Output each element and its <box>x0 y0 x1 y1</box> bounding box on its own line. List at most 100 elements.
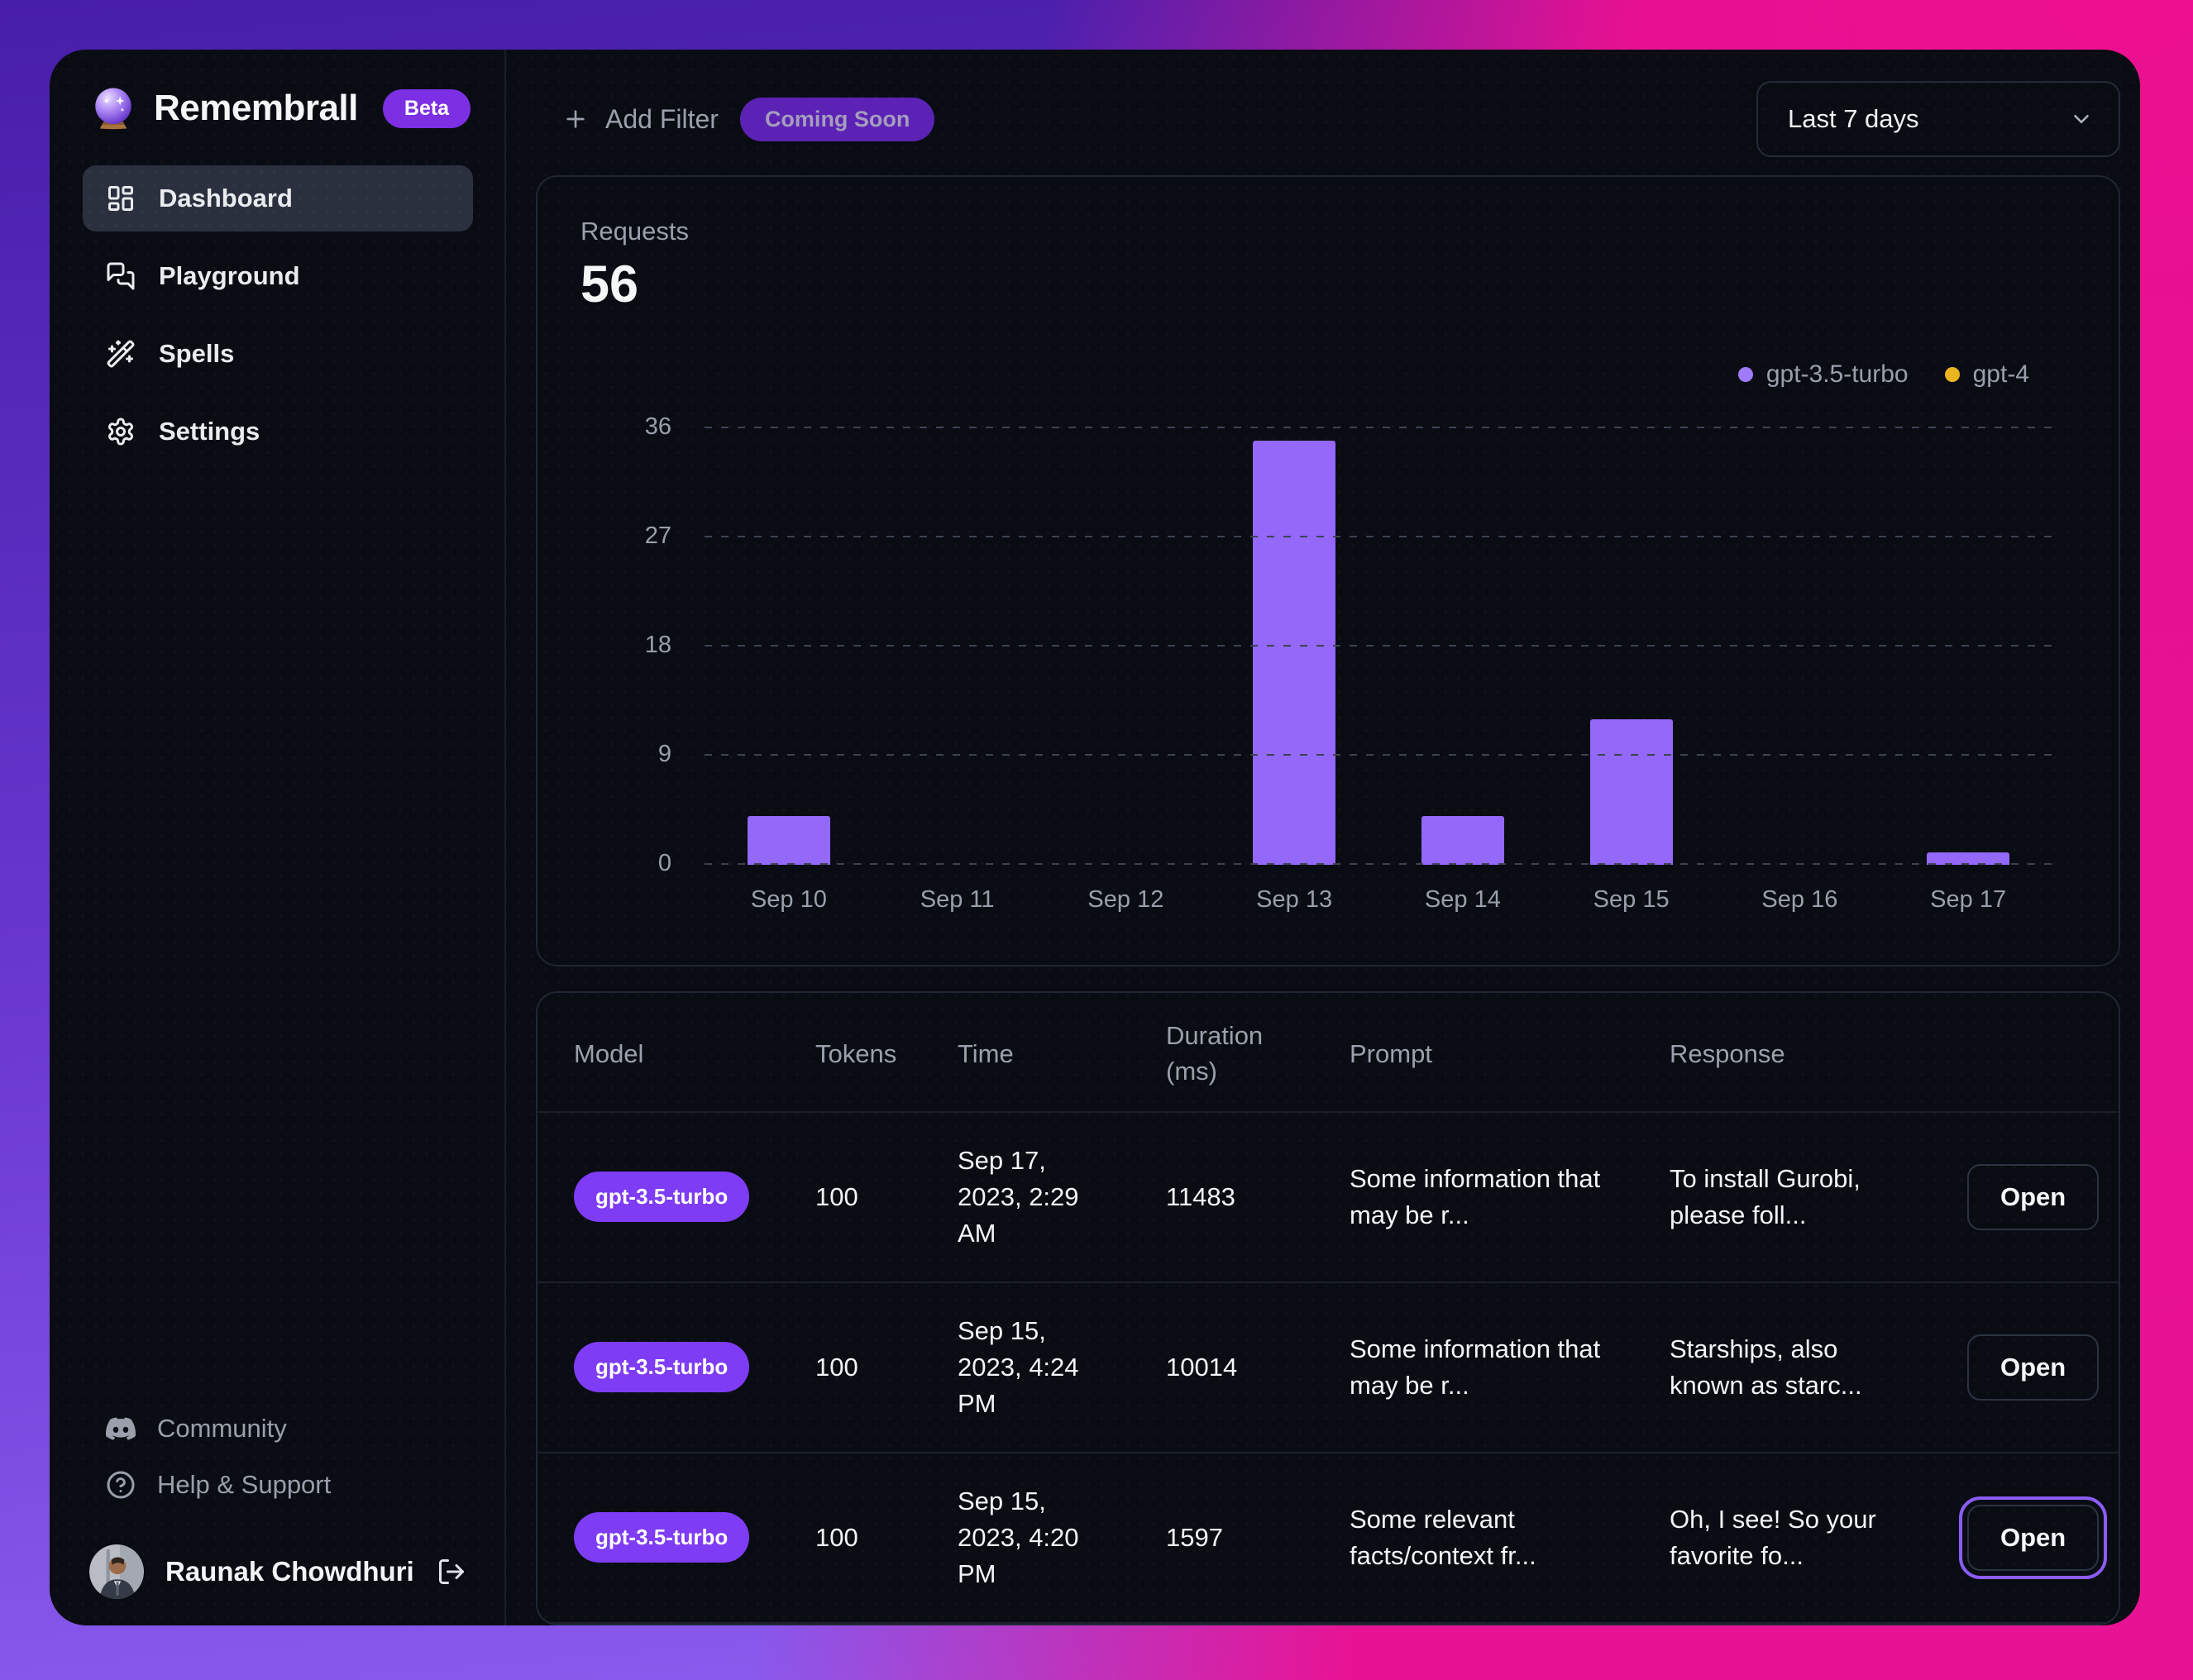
main-content: Add Filter Coming Soon Last 7 days Reque… <box>506 50 2140 1625</box>
table-row: gpt-3.5-turbo 100 Sep 15, 2023, 4:24 PM … <box>538 1283 2119 1453</box>
open-button[interactable]: Open <box>1967 1163 2100 1230</box>
x-axis-tick: Sep 11 <box>920 886 995 913</box>
time-cell: Sep 15, 2023, 4:20 PM <box>958 1486 1079 1588</box>
logo-row: Remembrall Beta <box>83 84 473 132</box>
add-filter-label: Add Filter <box>605 103 719 134</box>
requests-value: 56 <box>580 255 639 313</box>
prompt-cell: Some information that may be r... <box>1350 1334 1601 1400</box>
table-row: gpt-3.5-turbo 100 Sep 17, 2023, 2:29 AM … <box>538 1113 2119 1283</box>
crystal-ball-logo <box>95 88 131 130</box>
column-header: Response <box>1670 1038 1785 1068</box>
requests-label: Requests <box>580 217 689 246</box>
requests-table-card: Model Tokens Time Duration (ms) Prompt Respon… <box>536 991 2120 1625</box>
x-axis-tick: Sep 16 <box>1761 886 1838 913</box>
sidebar-item-label: Dashboard <box>159 184 293 212</box>
add-filter-button[interactable]: Add Filter <box>562 104 719 135</box>
bar-column <box>1042 428 1211 865</box>
page-background: Remembrall Beta Dashboard Playground Spe… <box>0 0 2193 1680</box>
gridline <box>705 863 2052 865</box>
column-header: Model <box>574 1038 644 1068</box>
model-cell: gpt-3.5-turbo <box>574 1172 815 1223</box>
x-axis-tick: Sep 17 <box>1930 886 2007 913</box>
date-range-value: Last 7 days <box>1788 104 1919 133</box>
bar[interactable] <box>1589 719 1673 865</box>
bar-column <box>1716 428 1885 865</box>
table-row: gpt-3.5-turbo 100 Sep 15, 2023, 4:20 PM … <box>538 1453 2119 1624</box>
x-axis-tick: Sep 10 <box>750 886 827 913</box>
app-title: Remembrall <box>154 88 358 128</box>
x-axis-tick: Sep 12 <box>1087 886 1164 913</box>
duration-cell: 11483 <box>1166 1181 1235 1211</box>
bar[interactable] <box>1421 816 1504 865</box>
chart-x-axis: Sep 10 Sep 11 Sep 12 Sep 13 Sep 14 Sep 15 Sep … <box>705 886 2052 914</box>
sidebar-item-community[interactable]: Community <box>83 1404 473 1453</box>
sidebar: Remembrall Beta Dashboard Playground Spe… <box>50 50 506 1625</box>
bar-column <box>1378 428 1547 865</box>
model-cell: gpt-3.5-turbo <box>574 1512 815 1563</box>
footer-item-label: Community <box>157 1414 287 1443</box>
bar-column <box>1884 428 2052 865</box>
duration-cell: 1597 <box>1166 1522 1223 1552</box>
column-header: Tokens <box>815 1038 897 1068</box>
prompt-cell: Some relevant facts/context fr... <box>1350 1504 1536 1570</box>
logout-icon[interactable] <box>437 1557 466 1587</box>
gridline <box>705 536 2052 537</box>
requests-chart-card: Requests 56 gpt-3.5-turbo gpt-4 0 9 18 27 36 … <box>536 175 2120 966</box>
bar-column <box>873 428 1042 865</box>
model-badge: gpt-3.5-turbo <box>574 1342 750 1393</box>
legend-item: gpt-3.5-turbo <box>1737 360 1909 389</box>
model-badge: gpt-3.5-turbo <box>574 1172 750 1223</box>
sidebar-item-help-support[interactable]: Help & Support <box>83 1460 473 1510</box>
table-body: gpt-3.5-turbo 100 Sep 17, 2023, 2:29 AM … <box>538 1113 2119 1624</box>
help-icon <box>107 1471 135 1499</box>
sidebar-item-spells[interactable]: Spells <box>83 321 473 387</box>
gridline <box>705 645 2052 647</box>
bar-column <box>1210 428 1378 865</box>
sidebar-nav: Dashboard Playground Spells Settings <box>83 165 473 465</box>
filter-group: Add Filter Coming Soon <box>562 97 935 141</box>
app-window: Remembrall Beta Dashboard Playground Spe… <box>50 50 2140 1625</box>
avatar[interactable] <box>89 1544 144 1599</box>
tokens-cell: 100 <box>815 1522 858 1552</box>
table-header: Model Tokens Time Duration (ms) Prompt Respon… <box>538 993 2119 1113</box>
x-axis-tick: Sep 13 <box>1256 886 1333 913</box>
x-axis-tick: Sep 15 <box>1593 886 1670 913</box>
column-header: Time <box>958 1038 1014 1068</box>
chart-plot: 0 9 18 27 36 <box>580 413 2076 876</box>
settings-icon <box>108 418 133 446</box>
legend-label: gpt-3.5-turbo <box>1765 360 1909 388</box>
sidebar-item-label: Spells <box>159 339 235 368</box>
user-name: Raunak Chowdhuri <box>165 1556 414 1587</box>
user-row: Raunak Chowdhuri <box>83 1544 473 1606</box>
sidebar-item-settings[interactable]: Settings <box>83 399 473 465</box>
tokens-cell: 100 <box>815 1352 858 1382</box>
duration-cell: 10014 <box>1166 1352 1238 1382</box>
sidebar-item-dashboard[interactable]: Dashboard <box>83 165 473 231</box>
footer-item-label: Help & Support <box>157 1470 332 1499</box>
y-axis-tick: 36 <box>644 413 671 440</box>
date-range-select[interactable]: Last 7 days <box>1756 81 2120 157</box>
sidebar-item-label: Settings <box>159 417 260 446</box>
bar[interactable] <box>1253 440 1336 865</box>
chevron-down-icon <box>2069 107 2094 131</box>
sidebar-item-playground[interactable]: Playground <box>83 243 473 309</box>
sidebar-item-label: Playground <box>159 261 300 290</box>
discord-icon <box>106 1417 136 1440</box>
open-button[interactable]: Open <box>1967 1334 2100 1401</box>
bar[interactable] <box>747 816 830 865</box>
open-button[interactable]: Open <box>1958 1496 2108 1579</box>
time-cell: Sep 15, 2023, 4:24 PM <box>958 1315 1079 1418</box>
response-cell: Oh, I see! So your favorite fo... <box>1670 1504 1876 1570</box>
spells-icon <box>107 340 135 368</box>
legend-dot-icon <box>1944 367 1960 382</box>
time-cell: Sep 17, 2023, 2:29 AM <box>958 1145 1079 1248</box>
chart-legend: gpt-3.5-turbo gpt-4 <box>580 360 2076 389</box>
column-header: Duration (ms) <box>1166 1021 1264 1086</box>
column-header: Prompt <box>1350 1038 1432 1068</box>
model-cell: gpt-3.5-turbo <box>574 1342 815 1393</box>
gridline <box>705 427 2052 428</box>
legend-item: gpt-4 <box>1944 360 2029 389</box>
bar-column <box>1547 428 1716 865</box>
response-cell: To install Gurobi, please foll... <box>1670 1163 1861 1229</box>
topbar: Add Filter Coming Soon Last 7 days <box>536 81 2120 157</box>
